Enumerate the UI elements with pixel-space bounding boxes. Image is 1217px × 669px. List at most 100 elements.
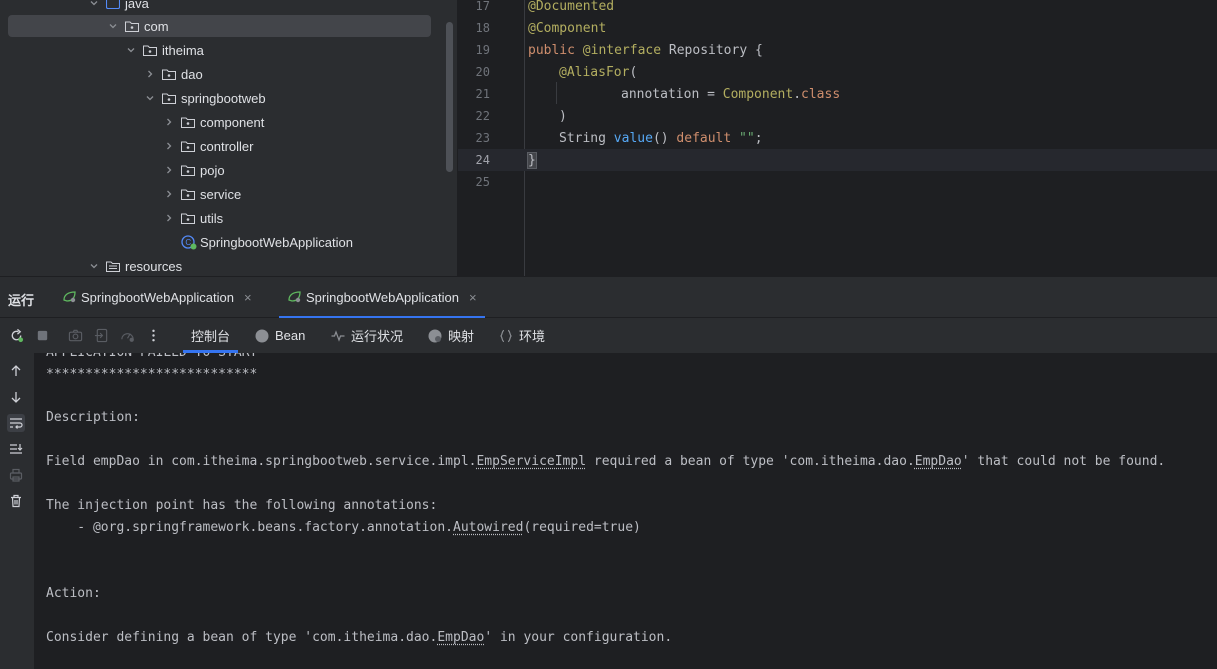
class-link[interactable]: EmpDao — [915, 454, 962, 469]
code-text: ) — [559, 108, 567, 124]
tree-item-component[interactable]: component — [8, 111, 431, 133]
tree-item-label: dao — [181, 66, 203, 82]
class-link[interactable]: EmpDao — [437, 630, 484, 645]
code-line[interactable]: 21 annotation = Component.class — [458, 83, 1217, 105]
class-link[interactable]: Autowired — [453, 520, 523, 535]
tree-item-label: SpringbootWebApplication — [200, 234, 353, 250]
close-icon[interactable]: × — [469, 290, 477, 305]
console-tab-label: 控制台 — [191, 329, 231, 344]
soft-wrap-icon[interactable] — [7, 414, 25, 432]
line-number: 20 — [475, 65, 490, 79]
run-toolbar: 控制台 Bean 运行状况 映射 环境 — [0, 318, 1217, 353]
console-line: Description: — [46, 410, 140, 425]
chevron-right-icon[interactable] — [163, 212, 175, 224]
line-number: 23 — [475, 131, 490, 145]
code-line[interactable]: 20 @AliasFor( — [458, 61, 1217, 83]
tree-scrollbar[interactable] — [446, 22, 453, 172]
scroll-to-end-icon[interactable] — [7, 440, 25, 458]
more-icon[interactable] — [145, 327, 161, 343]
run-tab-2[interactable]: SpringbootWebApplication × — [279, 277, 485, 319]
profiler-icon[interactable] — [119, 327, 135, 343]
tree-item-resources[interactable]: resources — [8, 255, 431, 276]
chevron-down-icon[interactable] — [88, 260, 100, 272]
line-number: 17 — [475, 0, 490, 13]
chevron-down-icon[interactable] — [107, 20, 119, 32]
code-line[interactable]: 25 — [458, 171, 1217, 193]
class-link[interactable]: EmpServiceImpl — [476, 454, 586, 469]
tree-item-controller[interactable]: controller — [8, 135, 431, 157]
tree-item-label: pojo — [200, 162, 225, 178]
chevron-right-icon[interactable] — [144, 68, 156, 80]
tree-item-springbootwebapplication[interactable]: C SpringbootWebApplication — [8, 231, 431, 253]
print-icon[interactable] — [7, 466, 25, 484]
spring-run-icon — [287, 290, 302, 306]
console-line: Action: — [46, 586, 101, 601]
line-number: 18 — [475, 21, 490, 35]
tab-health[interactable]: 运行状况 — [331, 318, 403, 353]
code-line[interactable]: 18 @Component — [458, 17, 1217, 39]
console-line: Consider defining a bean of type 'com.it… — [46, 630, 673, 645]
run-tab-1[interactable]: SpringbootWebApplication × — [54, 277, 260, 318]
arrow-up-icon[interactable] — [7, 362, 25, 380]
tree-item-java[interactable]: java — [8, 0, 431, 14]
console-side-toolbar — [0, 353, 34, 669]
tree-item-itheima[interactable]: itheima — [8, 39, 431, 61]
close-icon[interactable]: × — [244, 290, 252, 305]
chevron-right-icon[interactable] — [163, 164, 175, 176]
mapping-icon — [428, 329, 442, 343]
package-icon — [181, 140, 195, 152]
tree-item-service[interactable]: service — [8, 183, 431, 205]
code-text: @Component — [528, 20, 607, 36]
trash-icon[interactable] — [7, 492, 25, 510]
tree-item-label: controller — [200, 138, 254, 154]
tree-item-label: component — [200, 114, 265, 130]
tab-environment[interactable]: 环境 — [499, 318, 545, 353]
tree-item-label: resources — [125, 258, 183, 274]
chevron-right-icon[interactable] — [163, 116, 175, 128]
package-icon — [181, 116, 195, 128]
bean-icon — [255, 329, 269, 343]
tree-item-utils[interactable]: utils — [8, 207, 431, 229]
code-line[interactable]: 17 @Documented — [458, 0, 1217, 17]
tree-item-com[interactable]: com — [8, 15, 431, 37]
tree-item-pojo[interactable]: pojo — [8, 159, 431, 181]
stop-icon[interactable] — [34, 327, 50, 343]
chevron-right-icon[interactable] — [163, 140, 175, 152]
chevron-down-icon[interactable] — [88, 0, 100, 9]
project-tree: java com itheima dao springbootweb compo… — [0, 0, 457, 276]
console-line: - @org.springframework.beans.factory.ann… — [46, 520, 641, 535]
camera-icon[interactable] — [67, 327, 83, 343]
tab-bean[interactable]: Bean — [255, 318, 305, 353]
tree-item-label: utils — [200, 210, 224, 226]
code-text: String value() default ""; — [559, 130, 763, 146]
tree-item-springbootweb[interactable]: springbootweb — [8, 87, 431, 109]
chevron-right-icon[interactable] — [163, 188, 175, 200]
package-icon — [181, 164, 195, 176]
import-icon[interactable] — [93, 327, 109, 343]
tree-item-dao[interactable]: dao — [8, 63, 431, 85]
run-tool-window-header: 运行 SpringbootWebApplication × Springboot… — [0, 276, 1217, 319]
resources-folder-icon — [106, 260, 120, 272]
code-line[interactable]: 23 String value() default ""; — [458, 127, 1217, 149]
code-editor[interactable]: 17 @Documented 18 @Component 19 public @… — [457, 0, 1217, 276]
line-number: 21 — [475, 87, 490, 101]
code-line-current[interactable]: 24 } — [458, 149, 1217, 171]
line-number: 24 — [475, 153, 490, 167]
chevron-down-icon[interactable] — [125, 44, 137, 56]
arrow-down-icon[interactable] — [7, 388, 25, 406]
tab-mappings[interactable]: 映射 — [428, 318, 474, 353]
line-number: 25 — [475, 175, 490, 189]
run-tab-label: SpringbootWebApplication — [81, 290, 234, 305]
console-line: The injection point has the following an… — [46, 498, 438, 513]
rerun-icon[interactable] — [8, 327, 24, 343]
console-output[interactable]: APPLICATION FAILED TO START ************… — [34, 353, 1217, 669]
tree-item-label: com — [144, 18, 169, 34]
code-line[interactable]: 22 ) — [458, 105, 1217, 127]
code-line[interactable]: 19 public @interface Repository { — [458, 39, 1217, 61]
console-line: APPLICATION FAILED TO START — [46, 353, 257, 364]
chevron-down-icon[interactable] — [144, 92, 156, 104]
code-text: } — [527, 151, 537, 169]
tab-console[interactable]: 控制台 — [182, 318, 239, 353]
spring-run-icon — [62, 290, 77, 306]
env-icon — [499, 329, 513, 343]
